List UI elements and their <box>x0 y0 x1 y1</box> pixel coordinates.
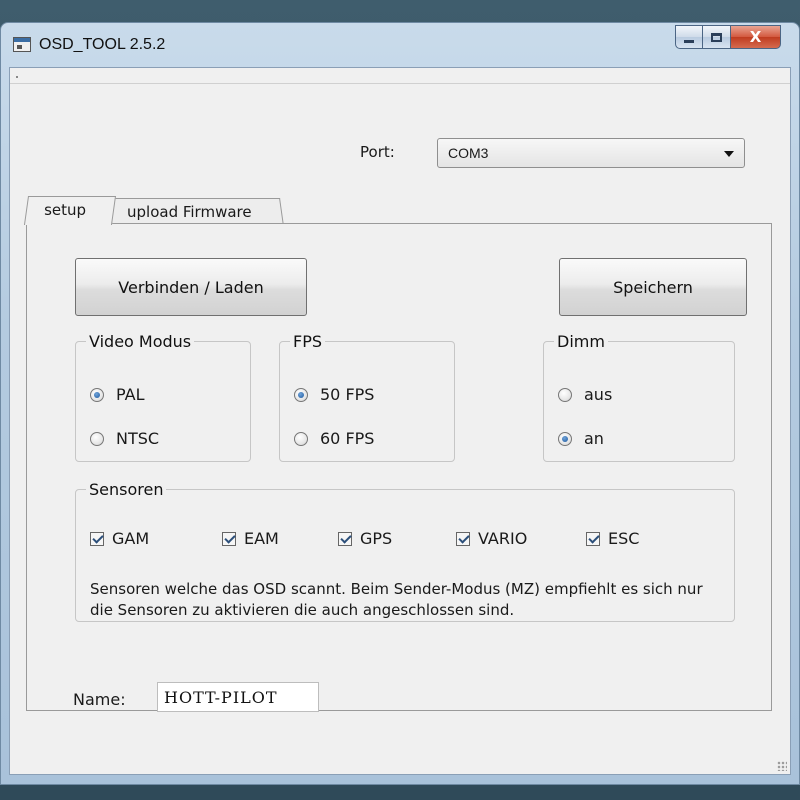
radio-60fps-label: 60 FPS <box>320 429 375 448</box>
port-value: COM3 <box>448 145 489 161</box>
checkbox-checked[interactable] <box>586 531 600 546</box>
radio-button-selected[interactable] <box>90 387 104 402</box>
checkbox-esc-label: ESC <box>608 529 640 548</box>
maximize-button[interactable] <box>703 25 731 49</box>
fps-group: FPS 50 FPS 60 FPS <box>279 332 455 462</box>
save-button[interactable]: Speichern <box>559 258 747 316</box>
tab-upload-firmware[interactable]: upload Firmware <box>108 198 284 226</box>
close-button[interactable]: X <box>731 25 781 49</box>
chevron-down-icon <box>724 151 734 157</box>
radio-button[interactable] <box>90 431 104 446</box>
sensors-group: Sensoren GAM EAM GPS VARIO ESC Sensoren … <box>75 480 735 622</box>
radio-60fps[interactable]: 60 FPS <box>294 429 374 448</box>
sensors-legend: Sensoren <box>89 480 164 499</box>
radio-50fps[interactable]: 50 FPS <box>294 385 374 404</box>
radio-button[interactable] <box>558 387 572 402</box>
checkbox-eam-label: EAM <box>244 529 279 548</box>
video-mode-legend: Video Modus <box>89 332 192 351</box>
app-icon <box>13 37 31 52</box>
checkbox-vario-label: VARIO <box>478 529 528 548</box>
radio-aus[interactable]: aus <box>558 385 612 404</box>
checkbox-gam[interactable]: GAM <box>90 529 149 548</box>
window-controls: X <box>675 25 781 49</box>
radio-an-label: an <box>584 429 604 448</box>
close-icon: X <box>749 28 762 46</box>
tab-upload-firmware-label: upload Firmware <box>127 203 252 221</box>
name-label: Name: <box>73 690 126 709</box>
connect-load-button[interactable]: Verbinden / Laden <box>75 258 307 316</box>
dimm-group: Dimm aus an <box>543 332 735 462</box>
dimm-legend: Dimm <box>557 332 605 351</box>
radio-button-selected[interactable] <box>294 387 308 402</box>
checkbox-gps[interactable]: GPS <box>338 529 392 548</box>
checkbox-checked[interactable] <box>338 531 352 546</box>
checkbox-vario[interactable]: VARIO <box>456 529 527 548</box>
tab-setup-label: setup <box>44 201 87 219</box>
radio-50fps-label: 50 FPS <box>320 385 375 404</box>
radio-ntsc[interactable]: NTSC <box>90 429 159 448</box>
setup-panel: Verbinden / Laden Speichern Video Modus … <box>26 223 772 712</box>
title-bar[interactable]: OSD_TOOL 2.5.2 X <box>1 23 799 67</box>
minimize-icon <box>684 39 694 43</box>
checkbox-esc[interactable]: ESC <box>586 529 639 548</box>
radio-an[interactable]: an <box>558 429 604 448</box>
checkbox-checked[interactable] <box>90 531 104 546</box>
window-title: OSD_TOOL 2.5.2 <box>39 36 166 53</box>
fps-legend: FPS <box>293 332 323 351</box>
tab-setup[interactable]: setup <box>23 196 117 225</box>
radio-ntsc-label: NTSC <box>116 429 160 448</box>
radio-pal[interactable]: PAL <box>90 385 144 404</box>
video-mode-group: Video Modus PAL NTSC <box>75 332 251 462</box>
checkbox-checked[interactable] <box>456 531 470 546</box>
name-input[interactable]: HOTT-PILOT <box>157 682 319 712</box>
maximize-icon <box>711 32 722 42</box>
checkbox-gps-label: GPS <box>360 529 393 548</box>
radio-aus-label: aus <box>584 385 613 404</box>
checkbox-checked[interactable] <box>222 531 236 546</box>
radio-pal-label: PAL <box>116 385 145 404</box>
sensors-hint-text: Sensoren welche das OSD scannt. Beim Sen… <box>90 580 703 619</box>
client-area: Port: COM3 setup upload Firmware Verbind… <box>9 67 791 775</box>
checkbox-gam-label: GAM <box>112 529 150 548</box>
app-window: OSD_TOOL 2.5.2 X Port: COM3 setup upload… <box>0 22 800 785</box>
resize-grip-icon[interactable] <box>777 761 787 771</box>
port-select[interactable]: COM3 <box>437 138 745 168</box>
radio-button-selected[interactable] <box>558 431 572 446</box>
checkbox-eam[interactable]: EAM <box>222 529 279 548</box>
minimize-button[interactable] <box>675 25 703 49</box>
port-label: Port: <box>360 143 395 161</box>
menu-bar <box>10 68 790 84</box>
radio-button[interactable] <box>294 431 308 446</box>
